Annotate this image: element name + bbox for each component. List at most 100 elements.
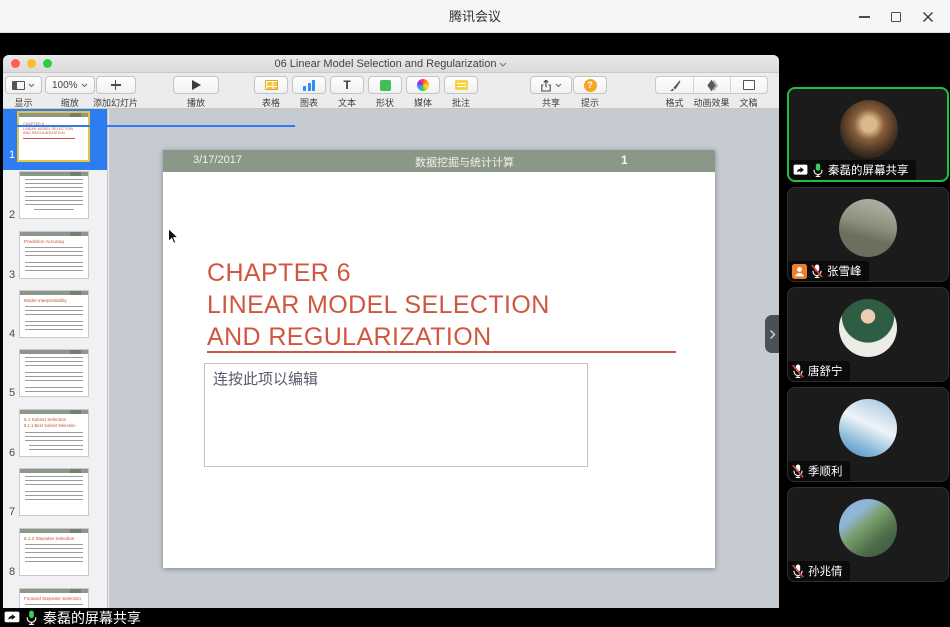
chart-button[interactable]: 图表: [292, 76, 326, 109]
minimize-icon: [859, 16, 870, 18]
maximize-button[interactable]: [880, 0, 912, 33]
plus-icon: [111, 80, 121, 90]
mic-muted-icon: [792, 464, 804, 478]
text-placeholder-box[interactable]: 连按此项以编辑: [204, 363, 588, 467]
slide-canvas: 3/17/2017 数据挖掘与统计计算 1 CHAPTER 6 LINEAR M…: [109, 109, 779, 608]
media-button[interactable]: 媒体: [406, 76, 440, 109]
slide-page-number: 1: [621, 153, 628, 167]
media-icon: [417, 79, 429, 91]
keynote-content: 1 CHAPTER 6 LINEAR MODEL SELECTION AND R…: [3, 109, 779, 608]
slide-thumbnail-9[interactable]: Forward Stepwise Selection: [19, 588, 89, 608]
chevron-down-icon: [555, 83, 562, 88]
host-badge-icon: [792, 264, 807, 279]
mic-on-icon: [25, 610, 38, 625]
participant-label: 季顺利: [788, 461, 850, 481]
slide-thumbnail-2[interactable]: [19, 171, 89, 219]
view-icon: [12, 81, 25, 90]
participant-tile-sunzhaoqian[interactable]: 孙兆倩: [787, 487, 949, 582]
animate-button[interactable]: [693, 77, 730, 93]
participant-tile-tangshuning[interactable]: 唐舒宁: [787, 287, 949, 382]
slide-thumbnail-1[interactable]: CHAPTER 6 LINEAR MODEL SELECTION AND REG…: [17, 111, 90, 162]
app-titlebar: 腾讯会议: [0, 0, 950, 33]
minimize-button[interactable]: [848, 0, 880, 33]
participant-tile-jishunli[interactable]: 季顺利: [787, 387, 949, 482]
add-slide-button[interactable]: 添加幻灯片: [93, 76, 138, 109]
animate-diamond-icon: [705, 79, 719, 92]
screen-share-banner: 秦磊的屏幕共享: [0, 608, 149, 627]
comment-button[interactable]: 批注: [444, 76, 478, 109]
avatar: [839, 399, 897, 457]
mic-on-icon: [812, 163, 824, 177]
slide-header-bar: 3/17/2017 数据挖掘与统计计算 1: [163, 150, 715, 172]
slide-thumbnail-6[interactable]: 6.1 Subset Selection 6.1.1 Best Subset S…: [19, 409, 89, 457]
document-icon: [743, 80, 755, 90]
zoom-button[interactable]: 100% 缩放: [45, 76, 95, 109]
chart-icon: [303, 80, 315, 91]
mic-muted-icon: [792, 364, 804, 378]
participant-label: 秦磊的屏幕共享: [789, 160, 916, 180]
play-button[interactable]: 播放: [173, 76, 219, 109]
keynote-titlebar: 06 Linear Model Selection and Regulariza…: [3, 55, 779, 73]
title-underline: [207, 351, 676, 353]
slide-thumbnail-7[interactable]: [19, 468, 89, 516]
slide-number: 8: [7, 566, 17, 578]
avatar: [839, 499, 897, 557]
zoom-value: 100%: [52, 80, 78, 91]
share-button[interactable]: 共享: [530, 76, 572, 109]
slide-course-title: 数据挖掘与统计计算: [415, 154, 514, 170]
chevron-down-icon: [28, 83, 35, 88]
screen-share-icon: [793, 164, 808, 177]
text-icon: T: [343, 80, 350, 91]
slide-thumbnail-4[interactable]: Model Interpretability: [19, 290, 89, 338]
shape-icon: [380, 80, 391, 91]
chevron-down-icon: [499, 62, 507, 67]
keynote-toolbar: 显示 100% 缩放 添加幻灯片 播放 表格 图表 T 文本 形状: [3, 73, 779, 109]
document-title: 06 Linear Model Selection and Regulariza…: [3, 55, 779, 73]
table-button[interactable]: 表格: [254, 76, 288, 109]
sidebar-collapse-tab[interactable]: [765, 315, 779, 353]
toolbar-blue-indicator: [3, 125, 295, 127]
slide-number: 6: [7, 447, 17, 459]
tips-icon: ?: [584, 79, 597, 92]
document-button[interactable]: [730, 77, 767, 93]
participant-label: 张雪峰: [788, 261, 869, 281]
participant-tile-qinlei[interactable]: 秦磊的屏幕共享: [787, 87, 949, 182]
view-button[interactable]: 显示: [5, 76, 42, 109]
participant-tile-zhangxuefeng[interactable]: 张雪峰: [787, 187, 949, 282]
banner-label: 秦磊的屏幕共享: [43, 608, 141, 627]
shared-screen-keynote-window: 06 Linear Model Selection and Regulariza…: [3, 55, 779, 608]
chevron-right-icon: [769, 329, 776, 340]
slide-number: 5: [7, 387, 17, 399]
close-button[interactable]: [912, 0, 944, 33]
table-icon: [265, 80, 278, 90]
slide-number: 4: [7, 328, 17, 340]
tips-button[interactable]: ? 提示: [573, 76, 607, 109]
slide-thumbnail-panel: 1 CHAPTER 6 LINEAR MODEL SELECTION AND R…: [3, 109, 108, 608]
participant-label: 孙兆倩: [788, 561, 850, 581]
avatar: [839, 299, 897, 357]
screen-share-icon: [4, 611, 20, 625]
avatar: [840, 100, 898, 158]
slide-number: 7: [7, 506, 17, 518]
paintbrush-icon: [668, 79, 681, 92]
slide-thumbnail-3[interactable]: Prediction Accuracy: [19, 231, 89, 279]
slide-thumbnail-5[interactable]: [19, 349, 89, 397]
slide-number: 3: [7, 269, 17, 281]
slide-thumbnail-8[interactable]: 6.1.2 Stepwise Selection: [19, 528, 89, 576]
app-title: 腾讯会议: [0, 0, 950, 33]
text-button[interactable]: T 文本: [330, 76, 364, 109]
window-controls: [848, 0, 944, 33]
maximize-icon: [891, 12, 901, 22]
slide-date: 3/17/2017: [193, 154, 242, 166]
format-button[interactable]: [656, 77, 693, 93]
slide-number: 1: [7, 149, 17, 161]
inspector-segmented-control: 格式 动画效果 文稿: [655, 76, 768, 109]
current-slide: 3/17/2017 数据挖掘与统计计算 1 CHAPTER 6 LINEAR M…: [163, 150, 715, 568]
share-icon: [540, 79, 552, 92]
slide-number: 2: [7, 209, 17, 221]
mic-muted-icon: [811, 264, 823, 278]
avatar: [839, 199, 897, 257]
shape-button[interactable]: 形状: [368, 76, 402, 109]
chevron-down-icon: [81, 83, 88, 88]
slide-title[interactable]: CHAPTER 6 LINEAR MODEL SELECTION AND REG…: [207, 257, 550, 353]
